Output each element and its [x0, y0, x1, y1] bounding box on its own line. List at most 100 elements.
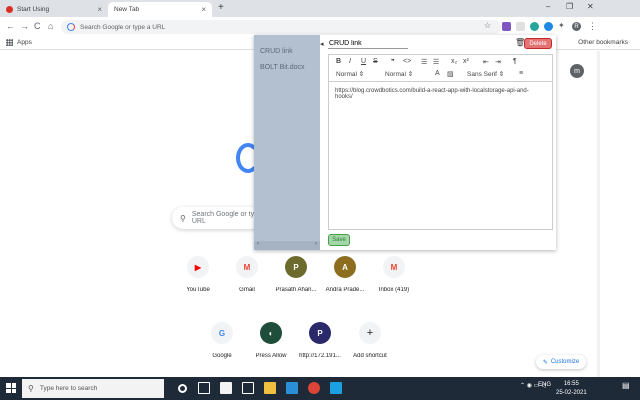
- tab-start-using[interactable]: Start Using ×: [0, 2, 108, 17]
- extension-icon[interactable]: [544, 22, 553, 31]
- tab-close-icon[interactable]: ×: [97, 5, 102, 14]
- other-bookmarks[interactable]: Other bookmarks: [578, 39, 628, 46]
- new-tab-button[interactable]: +: [218, 2, 224, 13]
- store-icon[interactable]: [220, 382, 232, 394]
- extension-icon[interactable]: [530, 22, 539, 31]
- taskbar-search[interactable]: ⚲ Type here to search: [22, 379, 164, 398]
- background-color-button[interactable]: ▨: [447, 70, 454, 78]
- shortcut-label: Inbox (419): [378, 287, 410, 293]
- superscript-button[interactable]: x²: [463, 58, 469, 65]
- clock-time: 16:55: [563, 381, 579, 387]
- minimize-button[interactable]: –: [546, 2, 550, 11]
- letter-a-icon: A: [334, 256, 356, 278]
- scroll-right-icon[interactable]: ›: [315, 241, 317, 250]
- customize-label: Customize: [550, 359, 580, 365]
- outdent-button[interactable]: ⇤: [483, 58, 489, 66]
- cortana-icon[interactable]: [178, 384, 187, 393]
- letter-p-icon: P: [285, 256, 307, 278]
- bold-button[interactable]: B: [336, 58, 341, 65]
- tab-label: Start Using: [17, 6, 50, 13]
- tab-new-tab[interactable]: New Tab ×: [108, 2, 212, 17]
- extension-icon[interactable]: [516, 22, 525, 31]
- back-button[interactable]: ←: [6, 21, 15, 31]
- scroll-left-icon[interactable]: ‹: [257, 241, 259, 250]
- note-list-item[interactable]: BOLT Bit.docx: [260, 64, 304, 71]
- note-title-input[interactable]: [328, 38, 408, 49]
- close-window-button[interactable]: ✕: [587, 2, 594, 11]
- sidebar-scrollbar[interactable]: ‹ ›: [254, 241, 320, 250]
- profile-avatar[interactable]: R: [572, 22, 581, 31]
- apps-label: Apps: [17, 39, 32, 46]
- clock[interactable]: 16:55 25-02-2021: [556, 380, 587, 398]
- shortcut-inbox[interactable]: M Inbox (419): [364, 256, 424, 293]
- ordered-list-button[interactable]: ☰: [421, 58, 427, 66]
- strike-button[interactable]: S: [373, 58, 378, 65]
- windows-start-icon[interactable]: [6, 383, 16, 393]
- search-icon: ⚲: [28, 384, 34, 393]
- indent-button[interactable]: ⇥: [495, 58, 501, 66]
- subscript-button[interactable]: x₂: [451, 58, 457, 65]
- notes-sidebar: CRUD link BOLT Bit.docx ‹ ›: [254, 35, 320, 250]
- editor-toolbar: B I U S ❞ <> ☰ ☰ x₂ x² ⇤ ⇥ ¶ Normal ⇕ No…: [329, 55, 552, 82]
- italic-button[interactable]: I: [349, 58, 351, 65]
- app-icon[interactable]: [330, 382, 342, 394]
- tab-label: New Tab: [114, 6, 140, 13]
- rich-text-editor: B I U S ❞ <> ☰ ☰ x₂ x² ⇤ ⇥ ¶ Normal ⇕ No…: [328, 54, 553, 230]
- editor-content[interactable]: https://blog.crowdbotics.com/build-a-rea…: [329, 82, 552, 106]
- size-select[interactable]: Normal ⇕: [385, 70, 413, 78]
- plus-icon: +: [359, 322, 381, 344]
- align-button[interactable]: ≡: [519, 70, 523, 77]
- delete-button[interactable]: Delete: [524, 38, 552, 49]
- scrollbar[interactable]: [597, 51, 600, 377]
- home-button[interactable]: ⌂: [48, 21, 53, 31]
- bullet-list-button[interactable]: ☰: [433, 58, 439, 66]
- underline-button[interactable]: U: [361, 58, 366, 65]
- chrome-icon[interactable]: [308, 382, 320, 394]
- tab-strip: Start Using × New Tab × + – ❐ ✕: [0, 0, 640, 17]
- menu-icon[interactable]: ⋮: [588, 21, 597, 32]
- task-view-icon[interactable]: [198, 382, 210, 394]
- rtl-button[interactable]: ¶: [513, 58, 517, 65]
- bookmark-star-icon[interactable]: ☆: [484, 21, 491, 30]
- header-select[interactable]: Normal ⇕: [336, 70, 364, 78]
- apps-bookmark[interactable]: Apps: [6, 39, 32, 46]
- youtube-icon: ▶: [187, 256, 209, 278]
- letter-p-icon: P: [309, 322, 331, 344]
- reload-button[interactable]: C: [34, 21, 41, 31]
- notification-icon[interactable]: ▤: [622, 381, 630, 390]
- google-icon: G: [211, 322, 233, 344]
- google-icon: [67, 23, 75, 31]
- press-allow-icon: ◐: [260, 322, 282, 344]
- vscode-icon[interactable]: [286, 382, 298, 394]
- quote-button[interactable]: ❞: [391, 58, 395, 66]
- note-list-item[interactable]: CRUD link: [260, 48, 293, 55]
- browser-toolbar: ← → C ⌂ Search Google or type a URL ☆ ✦ …: [0, 17, 640, 37]
- account-avatar[interactable]: m: [570, 64, 584, 78]
- extension-icon[interactable]: [502, 22, 511, 31]
- customize-button[interactable]: ✎ Customize: [536, 355, 586, 369]
- windows-taskbar: ⚲ Type here to search ⌃ ◉ ▭ ◁ ENG 16:55 …: [0, 377, 640, 400]
- notes-extension-popup: CRUD link BOLT Bit.docx ‹ › ◂ 🗑 Delete B…: [254, 35, 556, 250]
- gmail-icon: M: [236, 256, 258, 278]
- mail-icon[interactable]: [242, 382, 254, 394]
- tab-close-icon[interactable]: ×: [201, 5, 206, 14]
- save-button[interactable]: Save: [328, 234, 350, 246]
- forward-button[interactable]: →: [20, 21, 29, 31]
- puzzle-icon[interactable]: ✦: [558, 21, 565, 30]
- collapse-arrow-icon[interactable]: ◂: [320, 40, 324, 48]
- file-explorer-icon[interactable]: [264, 382, 276, 394]
- apps-grid-icon: [6, 39, 13, 46]
- code-button[interactable]: <>: [403, 58, 411, 65]
- maximize-button[interactable]: ❐: [566, 2, 573, 11]
- shortcut-add[interactable]: + Add shortcut: [340, 322, 400, 359]
- font-select[interactable]: Sans Serif ⇕: [467, 70, 504, 78]
- search-icon: ⚲: [180, 213, 186, 223]
- favicon-icon: [6, 6, 13, 13]
- pencil-icon: ✎: [542, 359, 548, 366]
- omnibox[interactable]: Search Google or type a URL: [61, 20, 501, 34]
- language-indicator[interactable]: ENG: [538, 382, 551, 388]
- gmail-icon: M: [383, 256, 405, 278]
- shortcut-label: Add shortcut: [353, 353, 387, 359]
- text-color-button[interactable]: A: [435, 70, 440, 77]
- omnibox-placeholder: Search Google or type a URL: [80, 23, 166, 31]
